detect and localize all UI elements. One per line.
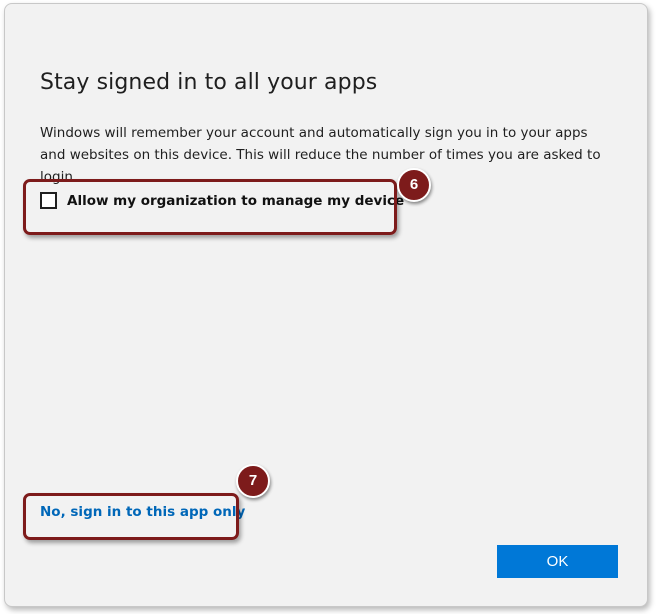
dialog-title: Stay signed in to all your apps (40, 70, 378, 95)
callout-highlight-link (23, 493, 239, 540)
step-badge-7: 7 (236, 464, 270, 498)
callout-highlight-checkbox (23, 179, 397, 235)
dialog-window: Stay signed in to all your apps Windows … (4, 3, 648, 607)
ok-button[interactable]: OK (497, 545, 618, 578)
step-badge-6: 6 (397, 168, 431, 202)
